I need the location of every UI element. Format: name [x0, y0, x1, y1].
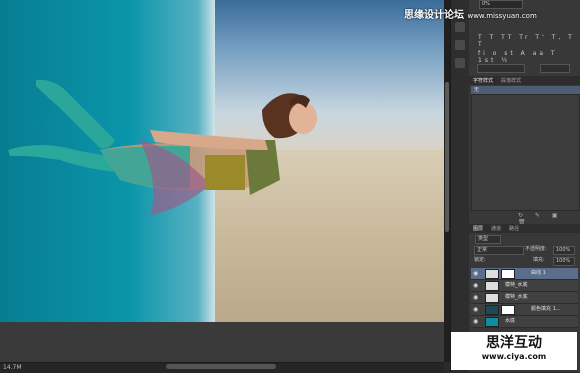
layer-mask-thumbnail — [501, 305, 515, 315]
tab-paths[interactable]: 路径 — [509, 225, 519, 232]
eye-icon[interactable]: ◉ — [473, 270, 478, 277]
layer-thumbnail — [485, 293, 499, 303]
layer-row[interactable]: ◉ 颜色填充 1... — [471, 304, 578, 316]
fill-label: 填充: — [533, 257, 545, 263]
opentype-buttons[interactable]: fi o st A aa T 1st ½ — [478, 50, 580, 64]
pasteboard — [0, 322, 444, 362]
fill-input[interactable]: 100% — [553, 257, 575, 266]
panel-icon-strip — [450, 0, 470, 372]
horizontal-scrollbar[interactable] — [166, 364, 276, 369]
swimming-woman-image — [8, 79, 317, 215]
layer-name: 颜色填充 1... — [531, 306, 561, 312]
layer-row[interactable]: ◉ 模特_水底 — [471, 280, 578, 292]
adjust-icon[interactable] — [455, 58, 465, 68]
document-canvas[interactable] — [0, 0, 444, 322]
tab-channels[interactable]: 通道 — [491, 225, 501, 232]
tab-paragraph-style[interactable]: 段落样式 — [501, 77, 521, 84]
layer-name: 模特_水底 — [505, 282, 528, 288]
lock-label: 锁定: — [474, 257, 486, 263]
watermark-top-url: www.missyuan.com — [467, 12, 537, 20]
antialias-dropdown[interactable] — [540, 64, 570, 73]
eye-icon[interactable]: ◉ — [473, 306, 478, 313]
layer-row[interactable]: ◉ 曲线 1 — [471, 268, 578, 280]
blend-mode-dropdown[interactable]: 正常 — [474, 246, 524, 255]
watermark-bottom-cn: 思洋互动 — [486, 335, 542, 351]
character-style-buttons[interactable]: T T TT Tr T' T, T T — [478, 34, 580, 48]
layer-name: 水底 — [505, 318, 516, 324]
eye-icon[interactable]: ◉ — [473, 318, 478, 325]
history-icon[interactable] — [455, 22, 465, 32]
watermark-bottom: 思洋互动 www.ciya.com — [451, 332, 577, 370]
opacity-input[interactable]: 100% — [553, 246, 575, 255]
style-list — [471, 94, 580, 211]
layer-filter-dropdown[interactable]: 类型 — [475, 235, 501, 244]
zoom-readout: 14.7M — [3, 364, 22, 371]
watermark-bottom-url: www.ciya.com — [481, 352, 547, 361]
layer-name: 模特_水底 — [505, 294, 528, 300]
layer-row[interactable]: ◉ 水底 — [471, 316, 578, 328]
layer-thumbnail — [485, 305, 499, 315]
style-list-item[interactable]: 无 — [471, 86, 580, 94]
brush-icon[interactable] — [455, 40, 465, 50]
vertical-scrollbar-thumb[interactable] — [445, 82, 449, 232]
layer-thumbnail — [485, 317, 499, 327]
tab-layers[interactable]: 图层 — [473, 225, 483, 232]
eye-icon[interactable]: ◉ — [473, 294, 478, 301]
opacity-label: 不透明度: — [525, 246, 547, 252]
layer-name: 曲线 1 — [531, 270, 546, 276]
layer-thumbnail — [485, 281, 499, 291]
layers-list: ◉ 曲线 1 ◉ 模特_水底 ◉ 模特_水底 ◉ 颜色填充 1... ◉ 水底 — [471, 268, 578, 336]
layer-thumbnail — [485, 269, 499, 279]
watermark-top: 思缘设计论坛 www.missyuan.com — [404, 6, 537, 21]
layer-panel-tabs: 图层 通道 路径 — [469, 224, 580, 233]
tab-character-style[interactable]: 字符样式 — [473, 77, 493, 84]
character-style-tabs: 字符样式 段落样式 — [469, 76, 580, 85]
eye-icon[interactable]: ◉ — [473, 282, 478, 289]
watermark-top-cn: 思缘设计论坛 — [404, 10, 464, 21]
layer-row[interactable]: ◉ 模特_水底 — [471, 292, 578, 304]
language-dropdown[interactable] — [477, 64, 525, 73]
blend-row: 正常 不透明度: 100% — [471, 245, 578, 255]
lock-row: 锁定: 填充: 100% — [471, 256, 578, 266]
layer-mask-thumbnail — [501, 269, 515, 279]
